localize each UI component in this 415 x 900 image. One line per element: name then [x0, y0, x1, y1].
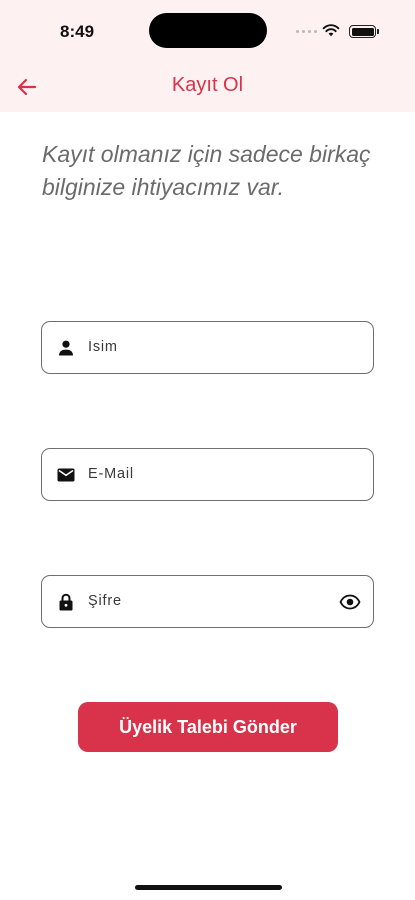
- cellular-signal-icon: [296, 30, 317, 33]
- page-title: Kayıt Ol: [171, 74, 244, 96]
- email-input[interactable]: [88, 449, 328, 499]
- password-input[interactable]: [88, 576, 328, 626]
- submit-membership-button[interactable]: Üyelik Talebi Gönder: [78, 702, 338, 752]
- battery-icon: [349, 25, 379, 38]
- lock-icon: [59, 593, 73, 611]
- name-field[interactable]: [41, 321, 374, 374]
- status-bar: 8:49: [0, 0, 415, 62]
- dynamic-island: [149, 13, 267, 48]
- name-input[interactable]: [88, 322, 328, 372]
- app-bar: Kayıt Ol: [0, 62, 415, 112]
- status-time: 8:49: [60, 22, 95, 41]
- intro-text: Kayıt olmanız için sadece birkaç bilgini…: [42, 141, 371, 200]
- person-icon: [59, 340, 73, 356]
- home-indicator: [135, 885, 282, 890]
- eye-icon[interactable]: [339, 591, 361, 613]
- wifi-icon: [322, 24, 340, 37]
- password-field[interactable]: [41, 575, 374, 628]
- email-field[interactable]: [41, 448, 374, 501]
- envelope-icon: [57, 468, 75, 482]
